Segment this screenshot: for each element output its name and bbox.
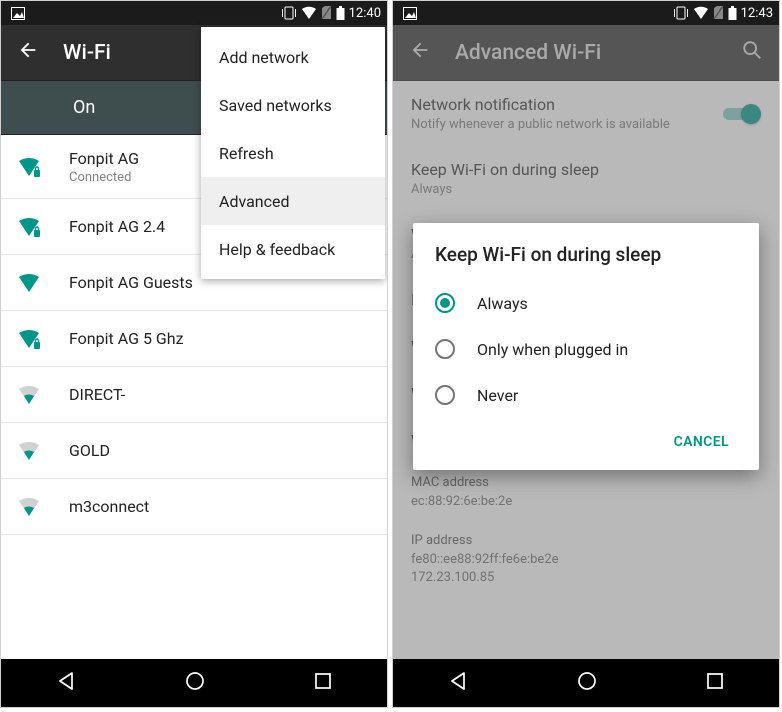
cancel-button[interactable]: CANCEL — [666, 424, 737, 460]
wifi-item-sub: Connected — [69, 170, 139, 185]
nav-back-icon[interactable] — [446, 669, 470, 697]
status-time: 12:43 — [741, 6, 773, 21]
wifi-item-name: Fonpit AG 2.4 — [69, 217, 165, 236]
wifi-item[interactable]: GOLD — [1, 423, 387, 479]
wifi-item[interactable]: DIRECT- — [1, 367, 387, 423]
appbar-title: Wi-Fi — [63, 41, 111, 65]
no-sim-icon — [713, 6, 724, 20]
statusbar: 12:43 — [393, 1, 779, 25]
radio-unchecked-icon — [435, 385, 455, 405]
menu-label: Add network — [219, 48, 309, 67]
statusbar: 12:40 — [1, 1, 387, 25]
no-sim-icon — [321, 6, 332, 20]
nav-home-icon[interactable] — [575, 669, 599, 697]
radio-option-never[interactable]: Never — [435, 372, 737, 418]
menu-label: Advanced — [219, 192, 290, 211]
menu-item-help[interactable]: Help & feedback — [201, 225, 385, 273]
wifi-item-name: Fonpit AG Guests — [69, 273, 193, 292]
phone-right: 12:43 Advanced Wi-Fi Network notificatio… — [392, 0, 780, 708]
menu-label: Saved networks — [219, 96, 332, 115]
wifi-toggle-label: On — [73, 97, 95, 118]
nav-back-icon[interactable] — [54, 669, 78, 697]
battery-icon — [336, 6, 345, 20]
sleep-policy-dialog: Keep Wi-Fi on during sleep Always Only w… — [413, 223, 759, 470]
back-icon[interactable] — [17, 39, 39, 67]
image-icon — [403, 7, 417, 20]
wifi-item[interactable]: Fonpit AG 5 Ghz — [1, 311, 387, 367]
radio-label: Only when plugged in — [477, 340, 628, 359]
dialog-title: Keep Wi-Fi on during sleep — [435, 243, 737, 266]
menu-item-saved-networks[interactable]: Saved networks — [201, 81, 385, 129]
nav-home-icon[interactable] — [183, 669, 207, 697]
nav-recent-icon[interactable] — [312, 670, 334, 696]
wifi-status-icon — [693, 6, 709, 20]
radio-unchecked-icon — [435, 339, 455, 359]
wifi-signal-icon — [17, 384, 57, 406]
wifi-signal-icon — [17, 272, 57, 294]
wifi-signal-icon — [17, 216, 57, 238]
wifi-signal-icon — [17, 496, 57, 518]
nav-recent-icon[interactable] — [704, 670, 726, 696]
wifi-status-icon — [301, 6, 317, 20]
radio-label: Always — [477, 294, 528, 313]
navbar — [393, 659, 779, 707]
radio-checked-icon — [435, 293, 455, 313]
wifi-item-name: DIRECT- — [69, 385, 125, 404]
radio-option-plugged[interactable]: Only when plugged in — [435, 326, 737, 372]
wifi-item-name: m3connect — [69, 497, 149, 516]
wifi-item-name: GOLD — [69, 441, 110, 460]
vibrate-icon — [673, 6, 689, 20]
wifi-item-name: Fonpit AG 5 Ghz — [69, 329, 184, 348]
radio-option-always[interactable]: Always — [435, 280, 737, 326]
wifi-signal-icon — [17, 156, 57, 178]
radio-label: Never — [477, 386, 518, 405]
wifi-signal-icon — [17, 440, 57, 462]
menu-item-advanced[interactable]: Advanced — [201, 177, 385, 225]
navbar — [1, 659, 387, 707]
overflow-menu: Add network Saved networks Refresh Advan… — [201, 27, 385, 279]
wifi-item-name: Fonpit AG — [69, 149, 139, 168]
image-icon — [11, 7, 25, 20]
menu-item-add-network[interactable]: Add network — [201, 33, 385, 81]
status-time: 12:40 — [349, 6, 381, 21]
menu-label: Refresh — [219, 144, 274, 163]
wifi-item[interactable]: m3connect — [1, 479, 387, 535]
wifi-signal-icon — [17, 328, 57, 350]
vibrate-icon — [281, 6, 297, 20]
menu-item-refresh[interactable]: Refresh — [201, 129, 385, 177]
battery-icon — [728, 6, 737, 20]
phone-left: 12:40 Wi-Fi On Fonpit AG Connected — [0, 0, 388, 708]
menu-label: Help & feedback — [219, 240, 335, 259]
